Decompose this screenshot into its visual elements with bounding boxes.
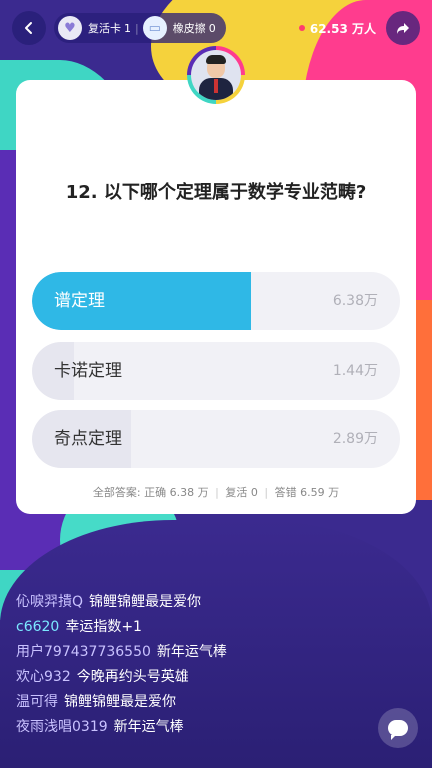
eraser-label: 橡皮擦	[172, 22, 206, 35]
question-text: 12. 以下哪个定理属于数学专业范畴?	[16, 178, 416, 204]
answer-label: 谱定理	[54, 291, 105, 311]
divider: |	[215, 486, 219, 499]
live-dot-icon	[298, 25, 305, 31]
avatar-photo	[191, 50, 241, 100]
chat-user: 欢心932	[16, 669, 71, 685]
chat-message: 夜雨浅唱0319 新年运气棒	[16, 715, 376, 740]
chat-user: c6620	[16, 619, 60, 635]
chat-text: 新年运气棒	[156, 644, 227, 660]
chat-message: 温可得 锦鲤锦鲤最是爱你	[16, 690, 376, 715]
chat-text: 新年运气棒	[113, 719, 184, 735]
summary-wrong: 答错 6.59 万	[274, 486, 340, 499]
chat-message: c6620 幸运指数+1	[16, 615, 376, 640]
chat-bubble-icon	[388, 720, 408, 740]
avatar-tie	[214, 79, 218, 93]
top-bar: ♥ 复活卡 1 | ▭ 橡皮擦 0 62.53 万人	[12, 10, 420, 46]
chat-user: 用户797437736550	[16, 644, 151, 660]
viewer-count: 62.53 万人	[298, 20, 376, 37]
chat-text: 今晚再约头号英雄	[76, 669, 189, 685]
question-body: 以下哪个定理属于数学专业范畴?	[103, 182, 367, 203]
chat-button[interactable]	[378, 708, 418, 748]
divider: |	[264, 486, 269, 499]
answer-label: 卡诺定理	[54, 361, 122, 381]
question-number: 12.	[65, 182, 98, 203]
host-avatar	[187, 46, 245, 104]
chat-message: 用户797437736550 新年运气棒	[16, 640, 376, 665]
answer-summary: 全部答案: 正确 6.38 万 | 复活 0 | 答错 6.59 万	[16, 484, 416, 500]
answer-count: 6.38万	[332, 293, 378, 309]
chat-text: 锦鲤锦鲤最是爱你	[89, 594, 202, 610]
chat-text: 幸运指数+1	[65, 619, 142, 635]
answer-label: 奇点定理	[54, 429, 122, 449]
item-pill[interactable]: ♥ 复活卡 1 | ▭ 橡皮擦 0	[54, 13, 226, 43]
back-arrow-icon	[25, 22, 32, 34]
heart-icon: ♥	[58, 16, 82, 40]
chat-text: 锦鲤锦鲤最是爱你	[64, 694, 176, 710]
chat-message: 欢心932 今晚再约头号英雄	[16, 665, 376, 690]
summary-correct: 正确 6.38 万	[144, 486, 209, 499]
share-button[interactable]	[386, 11, 420, 45]
summary-prefix: 全部答案:	[92, 486, 141, 499]
chat-message: 伈唳羿撌Q 锦鲤锦鲤最是爱你	[16, 590, 376, 615]
answer-option[interactable]: 谱定理 6.38万	[32, 272, 400, 330]
divider: |	[135, 21, 139, 35]
avatar-hair	[206, 55, 226, 64]
viewer-count-text: 62.53 万人	[309, 21, 376, 36]
answer-option[interactable]: 奇点定理 2.89万	[32, 410, 400, 468]
summary-revive: 复活 0	[225, 486, 258, 499]
answer-count: 1.44万	[332, 363, 378, 379]
eraser-icon: ▭	[142, 16, 167, 40]
answer-count: 2.89万	[332, 431, 378, 447]
answer-option[interactable]: 卡诺定理 1.44万	[32, 342, 400, 400]
share-icon	[397, 23, 409, 34]
chat-user: 温可得	[16, 694, 58, 710]
chat-user: 伈唳羿撌Q	[16, 594, 84, 610]
chat-user: 夜雨浅唱0319	[16, 719, 108, 735]
chat-feed: 伈唳羿撌Q 锦鲤锦鲤最是爱你 c6620 幸运指数+1 用户797437736550…	[16, 590, 376, 740]
question-card: 12. 以下哪个定理属于数学专业范畴? 谱定理 6.38万 卡诺定理 1.44万…	[16, 80, 416, 514]
eraser-count: 0	[208, 21, 216, 35]
revive-card-label: 复活卡	[88, 22, 121, 35]
revive-card-count: 1	[124, 21, 131, 35]
back-button[interactable]	[12, 11, 46, 45]
